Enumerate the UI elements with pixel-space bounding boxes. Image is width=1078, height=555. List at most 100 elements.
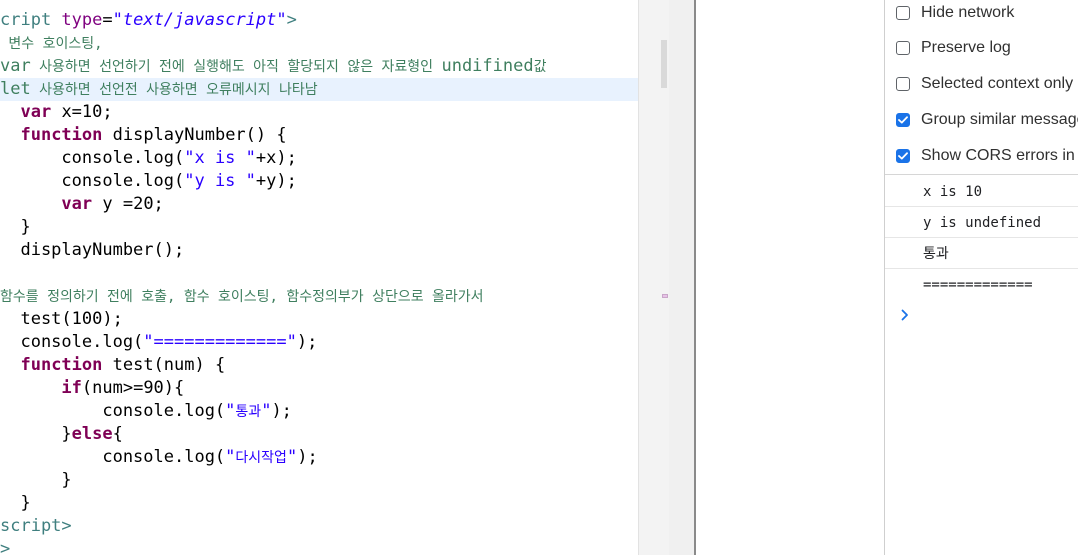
checkbox-checked[interactable] — [896, 113, 910, 127]
console-option-row[interactable]: Selected context only — [896, 74, 1073, 94]
code-line[interactable]: console.log("============="); — [0, 331, 317, 354]
code-token: console.log( — [0, 332, 144, 352]
code-token: test(100); — [0, 309, 123, 329]
console-option-row[interactable]: Hide network — [896, 3, 1014, 23]
code-line[interactable]: if(num>=90){ — [0, 377, 184, 400]
code-token: } — [0, 470, 72, 490]
overview-ruler-marker[interactable] — [662, 294, 668, 298]
code-line[interactable]: > — [0, 538, 10, 555]
code-line[interactable]: }else{ — [0, 423, 123, 446]
code-token: type — [61, 10, 103, 30]
code-token: script> — [0, 516, 72, 536]
browser-page-area — [696, 0, 884, 555]
code-token: 다시작업 — [235, 450, 287, 466]
checkmark-icon — [898, 152, 908, 160]
console-message[interactable]: y is undefined — [885, 208, 1078, 238]
code-line[interactable]: displayNumber(); — [0, 239, 184, 262]
code-token: 함수를 정의하기 전에 호출, 함수 호이스팅, 함수정의부가 상단으로 올라가… — [0, 289, 484, 305]
code-token: " — [225, 401, 236, 421]
code-line[interactable]: function displayNumber() { — [0, 124, 287, 147]
code-token: displayNumber() { — [102, 125, 287, 145]
code-token: displayNumber(); — [0, 240, 185, 260]
code-token: 사용하면 선언전 사용하면 오류메시지 나타남 — [30, 82, 318, 98]
code-token: "y is " — [184, 171, 256, 191]
editor-scrollbar-thumb[interactable] — [661, 40, 667, 88]
code-token: if — [61, 378, 82, 398]
code-token: (num>=90){ — [81, 378, 185, 398]
console-message[interactable]: ============= — [885, 270, 1078, 300]
code-line[interactable]: 변수 호이스팅, — [0, 32, 103, 55]
code-editor[interactable]: cript type="text/javascript"> 변수 호이스팅, va… — [0, 0, 638, 555]
console-option-row[interactable]: Preserve log — [896, 38, 1011, 58]
code-line[interactable]: } — [0, 216, 31, 239]
code-token: ); — [271, 401, 292, 421]
checkbox[interactable] — [896, 77, 910, 91]
code-line[interactable]: } — [0, 492, 31, 515]
code-token: console.log( — [0, 401, 226, 421]
code-token: var — [0, 56, 31, 76]
code-token: else — [71, 424, 113, 444]
code-line[interactable]: cript type="text/javascript"> — [0, 9, 297, 32]
code-line[interactable]: test(100); — [0, 308, 123, 331]
code-token: ); — [296, 332, 318, 352]
code-token: 통과 — [235, 404, 262, 420]
checkmark-icon — [898, 116, 908, 124]
code-token: " — [261, 401, 272, 421]
code-line[interactable]: var y =20; — [0, 193, 164, 216]
code-token: var — [61, 194, 93, 214]
code-token: "=============" — [143, 332, 297, 352]
code-token: 사용하면 선언하기 전에 실행해도 아직 할당되지 않은 자료형인 — [30, 59, 442, 75]
console-option-label: Preserve log — [921, 39, 1011, 56]
code-token: > — [0, 539, 11, 555]
code-line[interactable]: } — [0, 469, 72, 492]
code-token: 값 — [533, 59, 547, 75]
code-line[interactable]: console.log("y is "+y); — [0, 170, 297, 193]
console-option-row[interactable]: Show CORS errors in console — [896, 146, 1078, 166]
code-line[interactable]: 함수를 정의하기 전에 호출, 함수 호이스팅, 함수정의부가 상단으로 올라가… — [0, 285, 484, 308]
window-gap — [669, 0, 694, 555]
code-token: 변수 호이스팅, — [0, 36, 103, 52]
code-token: cript — [0, 10, 62, 30]
code-token: } — [0, 217, 31, 237]
code-token: undifined — [441, 56, 534, 76]
code-line[interactable]: console.log("통과"); — [0, 400, 292, 423]
code-token: function — [20, 355, 103, 375]
code-token: +y); — [255, 171, 297, 191]
console-option-row[interactable]: Group similar messages in console — [896, 110, 1078, 130]
code-token: console.log( — [0, 171, 185, 191]
code-token: function — [20, 125, 103, 145]
code-token: " — [286, 447, 298, 467]
chevron-right-icon — [901, 309, 909, 321]
code-token: console.log( — [0, 447, 226, 467]
code-line[interactable]: console.log("다시작업"); — [0, 446, 317, 469]
code-line[interactable]: var x=10; — [0, 101, 112, 124]
console-message[interactable]: x is 10 — [885, 177, 1078, 207]
console-prompt[interactable] — [901, 305, 913, 325]
code-token: { — [112, 424, 123, 444]
checkbox[interactable] — [896, 6, 910, 20]
code-line[interactable]: function test(num) { — [0, 354, 225, 377]
code-token: } — [0, 424, 72, 444]
code-line[interactable]: let 사용하면 선언전 사용하면 오류메시지 나타남 — [0, 78, 638, 101]
code-token: "text/javascript" — [112, 10, 287, 30]
console-settings-divider — [885, 174, 1078, 175]
console-option-label: Hide network — [921, 4, 1015, 21]
code-line[interactable]: console.log("x is "+x); — [0, 147, 296, 170]
code-token: y =20; — [92, 194, 164, 214]
checkbox-checked[interactable] — [896, 149, 910, 163]
code-token: console.log( — [0, 148, 185, 168]
screen: cript type="text/javascript"> 변수 호이스팅, va… — [0, 0, 1078, 555]
checkbox[interactable] — [896, 41, 910, 55]
code-line[interactable]: script> — [0, 515, 72, 538]
console-message[interactable]: 통과 — [885, 239, 1078, 269]
console-option-label: Group similar messages in console — [921, 111, 1078, 128]
code-token: var — [20, 102, 52, 122]
code-line[interactable]: var 사용하면 선언하기 전에 실행해도 아직 할당되지 않은 자료형인 un… — [0, 55, 546, 78]
editor-overview-ruler[interactable] — [638, 0, 669, 555]
code-token: } — [0, 493, 31, 513]
